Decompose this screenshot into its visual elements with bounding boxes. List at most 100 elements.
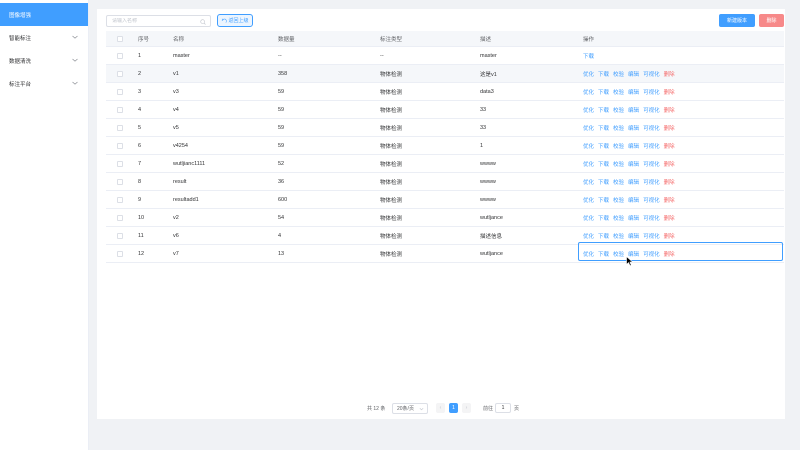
optimize-action[interactable]: 优化 [583,250,594,258]
page-number-current[interactable]: 1 [449,403,458,413]
search-icon[interactable] [200,19,206,25]
optimize-action[interactable]: 优化 [583,196,594,204]
visualize-action[interactable]: 可视化 [643,214,660,222]
visualize-action[interactable]: 可视化 [643,232,660,240]
prev-page-button[interactable]: ‹ [436,403,445,413]
row-checkbox[interactable] [117,232,123,239]
optimize-action[interactable]: 优化 [583,88,594,96]
verify-action[interactable]: 校验 [613,88,624,96]
row-checkbox[interactable] [117,88,123,95]
verify-action[interactable]: 校验 [613,160,624,168]
edit-action[interactable]: 编辑 [628,214,639,222]
verify-action[interactable]: 校验 [613,142,624,150]
visualize-action[interactable]: 可视化 [643,124,660,132]
download-action[interactable]: 下载 [598,196,609,204]
visualize-action[interactable]: 可视化 [643,70,660,78]
edit-action[interactable]: 编辑 [628,232,639,240]
optimize-action[interactable]: 优化 [583,232,594,240]
delete-action[interactable]: 删除 [664,142,675,150]
row-checkbox[interactable] [117,196,123,203]
sidebar-item-annotation-platform[interactable]: 标注平台 [0,72,88,95]
row-checkbox[interactable] [117,106,123,113]
edit-action[interactable]: 编辑 [628,160,639,168]
row-index: 7 [138,160,142,167]
delete-action[interactable]: 删除 [664,196,675,204]
next-page-button[interactable]: › [462,403,471,413]
optimize-action[interactable]: 优化 [583,178,594,186]
table-row: 3 v3 59 物体检测 data3 优化 下载 校验 编辑 可视化 删除 [106,83,784,101]
optimize-action[interactable]: 优化 [583,70,594,78]
new-version-button[interactable]: 新建版本 [719,14,755,27]
optimize-action[interactable]: 优化 [583,106,594,114]
delete-action[interactable]: 删除 [664,124,675,132]
visualize-action[interactable]: 可视化 [643,106,660,114]
download-action[interactable]: 下载 [598,232,609,240]
row-select-cell [117,155,123,172]
optimize-action[interactable]: 优化 [583,142,594,150]
delete-button[interactable]: 删除 [759,14,784,27]
delete-action[interactable]: 删除 [664,232,675,240]
visualize-action[interactable]: 可视化 [643,88,660,96]
download-action[interactable]: 下载 [598,88,609,96]
delete-action[interactable]: 删除 [664,214,675,222]
sidebar-item-data-cleaning[interactable]: 数据清洗 [0,49,88,72]
visualize-action[interactable]: 可视化 [643,196,660,204]
download-action[interactable]: 下载 [598,160,609,168]
verify-action[interactable]: 校验 [613,106,624,114]
edit-action[interactable]: 编辑 [628,70,639,78]
optimize-action[interactable]: 优化 [583,160,594,168]
delete-action[interactable]: 删除 [664,106,675,114]
delete-action[interactable]: 删除 [664,178,675,186]
edit-action[interactable]: 编辑 [628,106,639,114]
goto-page-input[interactable] [495,403,511,413]
select-all-checkbox[interactable] [117,35,123,42]
download-action[interactable]: 下载 [583,52,594,60]
verify-action[interactable]: 校验 [613,178,624,186]
chevron-down-icon [72,35,78,39]
sidebar-item-image-enhance[interactable]: 图像增强 [0,3,88,26]
edit-action[interactable]: 编辑 [628,178,639,186]
optimize-action[interactable]: 优化 [583,214,594,222]
search-input[interactable] [112,18,197,24]
visualize-action[interactable]: 可视化 [643,160,660,168]
row-checkbox[interactable] [117,160,123,167]
delete-action[interactable]: 删除 [664,250,675,258]
row-desc: 33 [480,106,487,113]
row-checkbox[interactable] [117,124,123,131]
back-button[interactable]: 返回上级 [217,14,253,27]
verify-action[interactable]: 校验 [613,232,624,240]
verify-action[interactable]: 校验 [613,250,624,258]
download-action[interactable]: 下载 [598,106,609,114]
page-size-select[interactable]: 20条/页 [392,403,428,414]
download-action[interactable]: 下载 [598,178,609,186]
download-action[interactable]: 下载 [598,70,609,78]
download-action[interactable]: 下载 [598,124,609,132]
verify-action[interactable]: 校验 [613,196,624,204]
verify-action[interactable]: 校验 [613,124,624,132]
row-checkbox[interactable] [117,70,123,77]
delete-action[interactable]: 删除 [664,88,675,96]
edit-action[interactable]: 编辑 [628,124,639,132]
row-type: 物体检测 [380,197,403,204]
delete-action[interactable]: 删除 [664,160,675,168]
download-action[interactable]: 下载 [598,214,609,222]
edit-action[interactable]: 编辑 [628,196,639,204]
download-action[interactable]: 下载 [598,250,609,258]
verify-action[interactable]: 校验 [613,70,624,78]
row-checkbox[interactable] [117,52,123,59]
row-checkbox[interactable] [117,142,123,149]
delete-action[interactable]: 删除 [664,70,675,78]
optimize-action[interactable]: 优化 [583,124,594,132]
visualize-action[interactable]: 可视化 [643,142,660,150]
download-action[interactable]: 下载 [598,142,609,150]
sidebar-item-label: 数据清洗 [9,58,32,65]
row-checkbox[interactable] [117,250,123,257]
row-checkbox[interactable] [117,178,123,185]
row-checkbox[interactable] [117,214,123,221]
visualize-action[interactable]: 可视化 [643,178,660,186]
edit-action[interactable]: 编辑 [628,142,639,150]
edit-action[interactable]: 编辑 [628,88,639,96]
verify-action[interactable]: 校验 [613,214,624,222]
visualize-action[interactable]: 可视化 [643,250,660,258]
sidebar-item-smart-annotation[interactable]: 智能标注 [0,26,88,49]
